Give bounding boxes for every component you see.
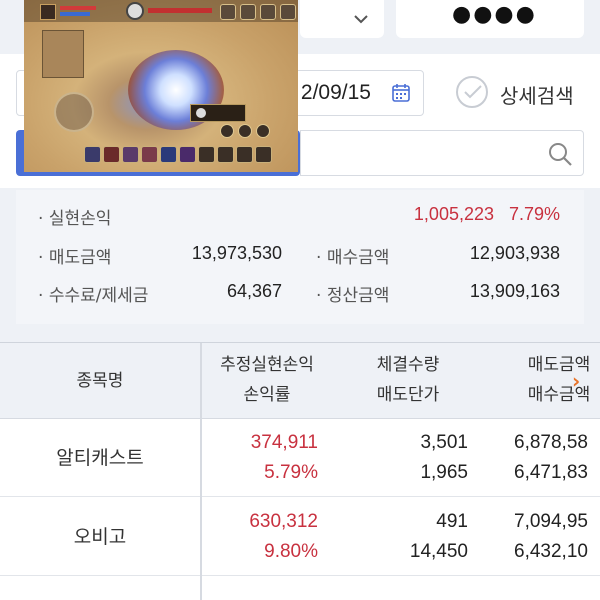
est-pl-value: 630,312 (249, 511, 318, 532)
player-portrait (40, 4, 56, 20)
hp-bar (60, 6, 96, 10)
sell-price-value: 1,965 (420, 462, 468, 483)
game-skill-icon (236, 146, 253, 163)
stock-search-input[interactable] (300, 130, 584, 176)
fee-tax-value: 64,367 (226, 281, 282, 301)
summary-row-fees: · 수수료/제세금 64,367 · 정산금액 13,909,163 (16, 281, 584, 315)
game-menu-icon (220, 4, 236, 20)
game-skill-icon (122, 146, 139, 163)
sell-price-value: 14,450 (409, 541, 468, 562)
game-action-icon (256, 124, 270, 138)
end-date-text: 2/09/15 (300, 81, 371, 104)
realized-pl-rate: 7.79% (508, 204, 560, 224)
stock-name: 오비고 (73, 526, 127, 548)
calendar-icon[interactable] (391, 83, 411, 103)
stock-name: 알티캐스트 (56, 447, 144, 469)
check-icon (464, 85, 482, 99)
summary-row-realized: · 실현손익 1,005,223 7.79% (16, 204, 584, 238)
detail-search-label[interactable]: 상세검색 (500, 80, 574, 109)
sell-amount-value: 13,973,530 (191, 243, 282, 263)
game-menu-icon (280, 4, 296, 20)
header-stock-name: 종목명 (76, 371, 124, 391)
game-action-icon (238, 124, 252, 138)
game-joystick (54, 92, 94, 132)
header-sell-price: 매도단가 (376, 385, 440, 405)
column-divider (200, 343, 202, 600)
game-skill-icon (84, 146, 101, 163)
table-row[interactable]: 오비고 630,312 9.80% 491 14,450 7,094,95 6,… (0, 498, 600, 576)
header-est-pl: 추정실현손익 (220, 355, 314, 375)
sell-amount-value: 6,878,58 (514, 432, 588, 453)
buy-amount-value: 12,903,938 (469, 243, 560, 263)
buy-amount-value: 6,471,83 (514, 462, 588, 483)
password-field[interactable]: ●●●● (396, 0, 584, 38)
header-sell-amount: 매도금액 (527, 355, 591, 375)
sell-amount-label: · 매도금액 (38, 248, 112, 268)
exec-qty-value: 3,501 (420, 432, 468, 453)
game-menu-icon (240, 4, 256, 20)
game-video-overlay[interactable] (24, 0, 298, 172)
table-row[interactable]: 알티캐스트 374,911 5.79% 3,501 1,965 6,878,58… (0, 419, 600, 497)
realized-pl-value: 1,005,223 (413, 204, 494, 224)
est-pl-value: 374,911 (250, 432, 318, 453)
account-dropdown[interactable] (300, 0, 384, 38)
sell-amount-value: 7,094,95 (514, 511, 588, 532)
game-skill-icon (103, 146, 120, 163)
boss-portrait (126, 2, 144, 20)
chevron-right-icon[interactable]: › (572, 369, 580, 393)
pl-rate-value: 9.80% (264, 541, 318, 562)
mp-bar (60, 12, 90, 16)
pl-rate-value: 5.79% (264, 462, 318, 483)
header-buy-amount: 매수금액 (527, 385, 591, 405)
header-exec-qty: 체결수량 (376, 355, 440, 375)
realized-pl-label: · 실현손익 (38, 209, 112, 229)
search-icon[interactable] (547, 141, 573, 167)
game-action-icon (220, 124, 234, 138)
game-skill-icon (179, 146, 196, 163)
game-menu-icon (260, 4, 276, 20)
game-skill-icon (141, 146, 158, 163)
table-header: 종목명 추정실현손익 손익률 체결수량 매도단가 매도금액 매수금액 › (0, 343, 600, 419)
exec-qty-value: 491 (436, 511, 468, 532)
password-mask: ●●●● (452, 2, 537, 27)
settlement-value: 13,909,163 (469, 281, 560, 301)
game-skill-bar (84, 146, 280, 166)
chevron-down-icon (354, 15, 368, 24)
detail-search-checkbox[interactable] (456, 76, 488, 108)
buy-amount-value: 6,432,10 (514, 541, 588, 562)
fee-tax-label: · 수수료/제세금 (38, 286, 149, 306)
boss-hp-bar (148, 8, 212, 13)
game-skill-icon (198, 146, 215, 163)
settlement-label: · 정산금액 (316, 286, 390, 306)
header-pl-rate: 손익률 (243, 385, 291, 405)
trade-table: 종목명 추정실현손익 손익률 체결수량 매도단가 매도금액 매수금액 › 알티캐… (0, 342, 600, 600)
game-minimap (42, 30, 84, 78)
game-popup-button (196, 108, 206, 118)
game-skill-icon (255, 146, 272, 163)
buy-amount-label: · 매수금액 (316, 248, 390, 268)
game-skill-icon (217, 146, 234, 163)
summary-row-amounts: · 매도금액 13,973,530 · 매수금액 12,903,938 (16, 243, 584, 277)
game-skill-icon (160, 146, 177, 163)
pl-summary: · 실현손익 1,005,223 7.79% · 매도금액 13,973,530… (16, 190, 584, 324)
